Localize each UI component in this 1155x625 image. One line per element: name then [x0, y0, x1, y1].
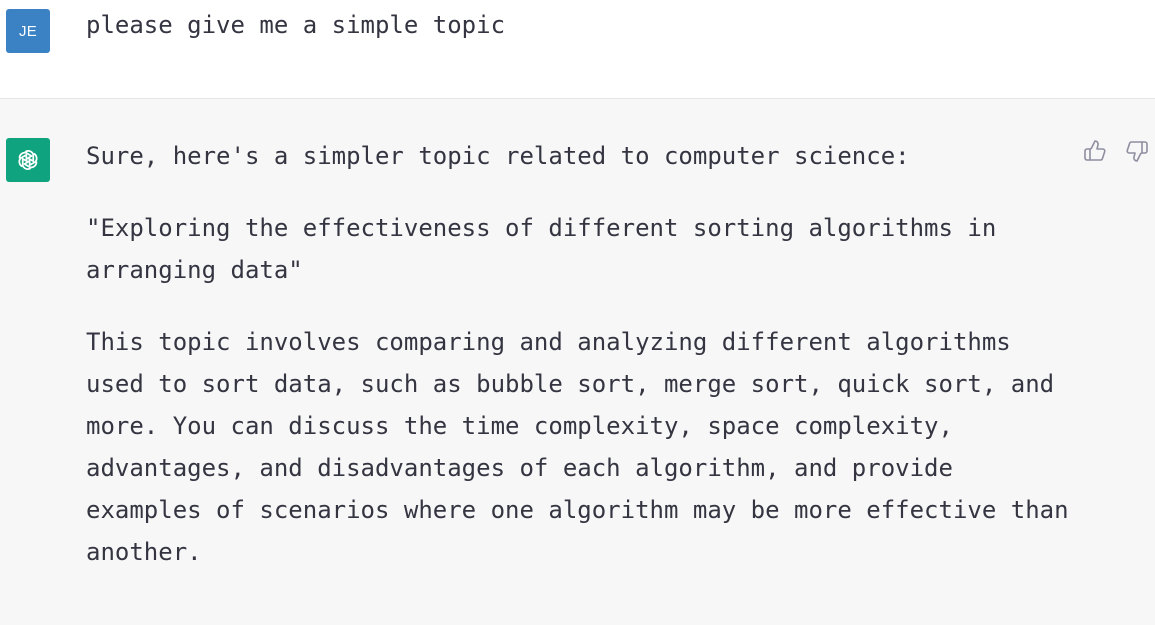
openai-logo-icon	[18, 150, 38, 170]
assistant-paragraph-topic: "Exploring the effectiveness of differen…	[86, 214, 997, 284]
user-avatar: JE	[6, 9, 50, 53]
assistant-paragraph-intro: Sure, here's a simpler topic related to …	[86, 142, 910, 170]
thumbs-down-button[interactable]	[1125, 139, 1149, 163]
thumbs-up-button[interactable]	[1083, 139, 1107, 163]
assistant-paragraph-explanation: This topic involves comparing and analyz…	[86, 328, 1069, 566]
assistant-avatar	[6, 138, 50, 182]
thumbs-down-icon	[1126, 141, 1148, 162]
user-message-row: JE please give me a simple topic	[0, 0, 1155, 99]
assistant-message-row: Sure, here's a simpler topic related to …	[0, 99, 1155, 625]
thumbs-up-icon	[1084, 140, 1106, 161]
user-message-text: please give me a simple topic	[86, 11, 506, 39]
feedback-buttons	[1083, 139, 1149, 163]
assistant-message-body: Sure, here's a simpler topic related to …	[86, 135, 1076, 603]
chat-conversation: JE please give me a simple topic Sure, h…	[0, 0, 1155, 625]
user-avatar-initials: JE	[18, 22, 38, 40]
